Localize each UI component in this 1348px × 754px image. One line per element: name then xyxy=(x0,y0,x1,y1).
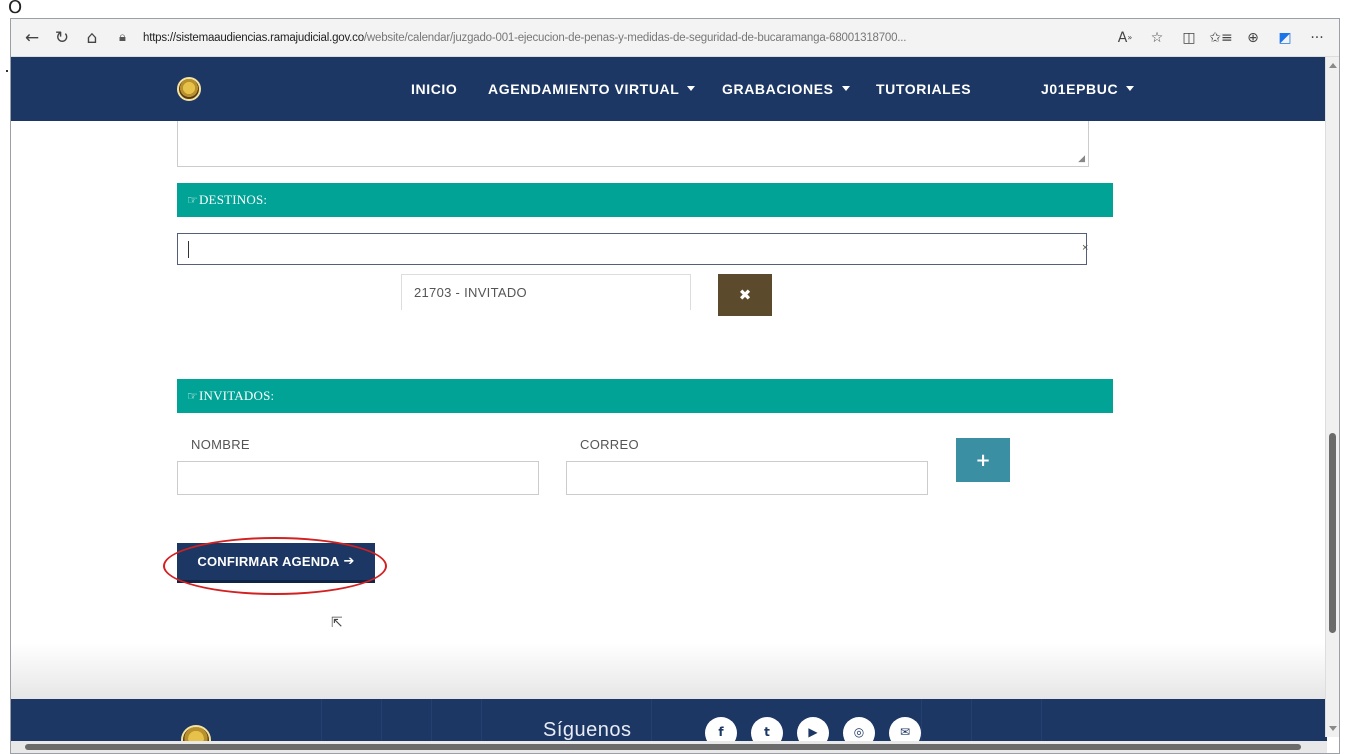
correo-label: CORREO xyxy=(580,437,639,452)
vertical-scrollbar[interactable] xyxy=(1325,57,1339,737)
nav-agendamiento-virtual[interactable]: AGENDAMIENTO VIRTUAL xyxy=(488,81,696,97)
site-footer: Síguenos f t ▶ ◎ ✉ xyxy=(11,699,1327,741)
back-arrow-icon[interactable]: ← xyxy=(17,23,47,53)
close-icon: ✖ xyxy=(738,286,752,304)
nav-agendamiento-label: AGENDAMIENTO VIRTUAL xyxy=(488,81,680,97)
nav-user-menu[interactable]: J01EPBUC xyxy=(1041,81,1135,97)
scroll-up-icon[interactable] xyxy=(1329,63,1337,68)
url-text: https://sistemaaudiencias.ramajudicial.g… xyxy=(143,32,906,44)
site-navbar: INICIO AGENDAMIENTO VIRTUAL GRABACIONES … xyxy=(11,57,1327,121)
chevron-down-icon xyxy=(841,85,850,91)
toolbar-icons: A» ☆ ◫ ✩≡ ⊕ ◩ ··· xyxy=(1109,23,1333,53)
edge-copilot-icon[interactable]: ◩ xyxy=(1269,23,1301,53)
url-domain: https://sistemaaudiencias.ramajudicial.g… xyxy=(143,31,364,44)
read-aloud-icon[interactable]: A» xyxy=(1109,23,1141,53)
lock-icon: 🔒︎ xyxy=(119,30,126,45)
nav-inicio-label: INICIO xyxy=(411,81,458,97)
nombre-input[interactable] xyxy=(177,461,539,495)
home-icon[interactable]: ⌂ xyxy=(77,23,107,53)
facebook-icon[interactable]: f xyxy=(705,717,737,741)
plus-icon: + xyxy=(975,449,991,471)
twitter-icon[interactable]: t xyxy=(751,717,783,741)
scroll-down-icon[interactable] xyxy=(1329,726,1337,731)
browser-window: ← ↻ ⌂ 🔒︎ https://sistemaaudiencias.ramaj… xyxy=(10,18,1340,754)
remove-destino-button[interactable]: ✖ xyxy=(718,274,772,316)
invitados-header: ☞ INVITADOS: xyxy=(177,379,1113,413)
hand-pointer-icon: ☞ xyxy=(187,193,198,207)
nav-tutoriales-label: TUTORIALES xyxy=(876,81,972,97)
split-screen-icon[interactable]: ◫ xyxy=(1173,23,1205,53)
favorite-star-icon[interactable]: ☆ xyxy=(1141,23,1173,53)
twitter-glyph: t xyxy=(764,725,770,739)
invitados-title: INVITADOS: xyxy=(198,388,275,403)
more-menu-icon[interactable]: ··· xyxy=(1301,23,1333,53)
nav-user-label: J01EPBUC xyxy=(1041,81,1119,97)
scrollbar-thumb[interactable] xyxy=(1329,433,1336,633)
horizontal-scrollbar[interactable] xyxy=(11,741,1327,753)
footer-logo xyxy=(181,725,211,741)
collections-icon[interactable]: ⊕ xyxy=(1237,23,1269,53)
destinos-clear-button[interactable]: × xyxy=(1082,242,1088,254)
chevron-down-icon xyxy=(1126,85,1135,91)
stray-dot xyxy=(6,70,8,72)
destino-selected-tag: 21703 - INVITADO xyxy=(401,274,691,310)
text-cursor xyxy=(188,241,189,258)
stray-character: O xyxy=(8,0,23,18)
follow-us-text: Síguenos xyxy=(543,719,632,741)
address-bar[interactable]: 🔒︎ https://sistemaaudiencias.ramajudicia… xyxy=(119,24,1105,52)
nav-inicio[interactable]: INICIO xyxy=(411,81,457,97)
mouse-pointer-icon: ⇱ xyxy=(331,615,343,631)
instagram-glyph: ◎ xyxy=(853,725,865,739)
nav-grabaciones[interactable]: GRABACIONES xyxy=(722,81,850,97)
nombre-label: NOMBRE xyxy=(191,437,250,452)
main-menu: INICIO AGENDAMIENTO VIRTUAL GRABACIONES … xyxy=(11,57,1327,121)
email-icon[interactable]: ✉ xyxy=(889,717,921,741)
footer-fade xyxy=(11,643,1327,699)
resize-grip-icon[interactable]: ◢ xyxy=(1078,154,1085,164)
url-path: /website/calendar/juzgado-001-ejecucion-… xyxy=(363,31,907,44)
youtube-glyph: ▶ xyxy=(808,725,818,739)
browser-toolbar: ← ↻ ⌂ 🔒︎ https://sistemaaudiencias.ramaj… xyxy=(11,19,1339,57)
facebook-glyph: f xyxy=(718,725,724,739)
red-highlight-annotation xyxy=(163,537,387,595)
youtube-icon[interactable]: ▶ xyxy=(797,717,829,741)
chevron-down-icon xyxy=(687,85,696,91)
observations-textarea[interactable]: ◢ xyxy=(177,121,1089,167)
correo-input[interactable] xyxy=(566,461,928,495)
destinos-title: DESTINOS: xyxy=(198,192,268,207)
instagram-icon[interactable]: ◎ xyxy=(843,717,875,741)
destinos-search-input[interactable] xyxy=(177,233,1087,265)
nav-tutoriales[interactable]: TUTORIALES xyxy=(876,81,971,97)
nav-grabaciones-label: GRABACIONES xyxy=(722,81,834,97)
destinos-header: ☞ DESTINOS: xyxy=(177,183,1113,217)
favorites-list-icon[interactable]: ✩≡ xyxy=(1205,23,1237,53)
refresh-icon[interactable]: ↻ xyxy=(47,23,77,53)
hand-pointer-icon: ☞ xyxy=(187,389,198,403)
horizontal-scrollbar-thumb[interactable] xyxy=(25,744,1301,750)
add-invitado-button[interactable]: + xyxy=(956,438,1010,482)
email-glyph: ✉ xyxy=(899,725,911,739)
